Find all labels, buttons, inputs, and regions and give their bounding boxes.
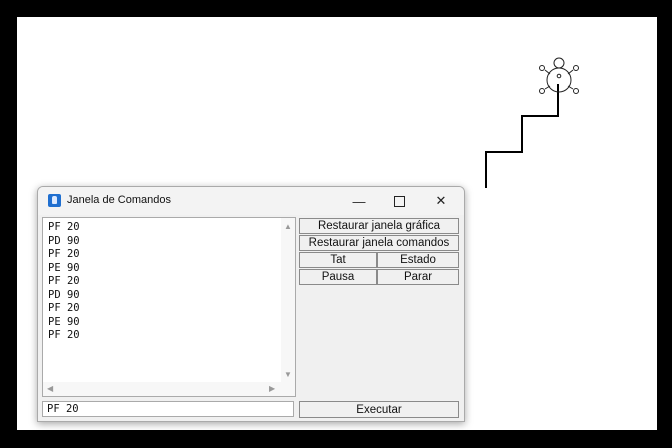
tat-button[interactable]: Tat (299, 252, 377, 268)
command-input[interactable] (42, 401, 294, 417)
command-line: PD 90 (48, 288, 80, 301)
vertical-scrollbar[interactable]: ▲ ▼ (281, 218, 295, 382)
execute-button[interactable]: Executar (299, 401, 459, 418)
command-line: PF 20 (48, 302, 80, 314)
command-line: PE 90 (48, 315, 80, 328)
scroll-right-icon[interactable]: ▶ (269, 384, 275, 393)
scroll-up-icon[interactable]: ▲ (284, 222, 292, 231)
maximize-icon (393, 195, 405, 207)
command-line: PE 90 (48, 261, 80, 274)
command-line: PF 20 (48, 221, 80, 233)
minimize-button[interactable]: — (344, 190, 374, 212)
command-line: PD 90 (48, 234, 80, 247)
turtle-path (485, 84, 559, 188)
command-window: Janela de Comandos — ✕ PF 20 PD 90 PF 20 PE… (37, 186, 465, 422)
command-line: PF 20 (48, 329, 80, 341)
window-title: Janela de Comandos (67, 194, 171, 206)
maximize-button[interactable] (384, 190, 414, 212)
scroll-left-icon[interactable]: ◀ (47, 384, 53, 393)
stop-button[interactable]: Parar (377, 269, 459, 285)
scroll-down-icon[interactable]: ▼ (284, 370, 292, 379)
horizontal-scrollbar[interactable]: ◀ ▶ (43, 382, 281, 396)
close-button[interactable]: ✕ (426, 190, 456, 212)
restore-graphic-window-button[interactable]: Restaurar janela gráfica (299, 218, 459, 234)
title-bar[interactable]: Janela de Comandos — ✕ (38, 187, 464, 215)
command-history-lines: PF 20 PD 90 PF 20 PE 90 PF 20 PD 90 PF 20 PE 90… (48, 221, 80, 343)
command-line: PF 20 (48, 275, 80, 287)
pause-button[interactable]: Pausa (299, 269, 377, 285)
state-button[interactable]: Estado (377, 252, 459, 268)
command-history[interactable]: PF 20 PD 90 PF 20 PE 90 PF 20 PD 90 PF 20 PE 90… (42, 217, 296, 397)
app-icon (48, 194, 61, 207)
restore-command-window-button[interactable]: Restaurar janela comandos (299, 235, 459, 251)
scroll-corner (281, 382, 295, 396)
command-line: PF 20 (48, 248, 80, 260)
